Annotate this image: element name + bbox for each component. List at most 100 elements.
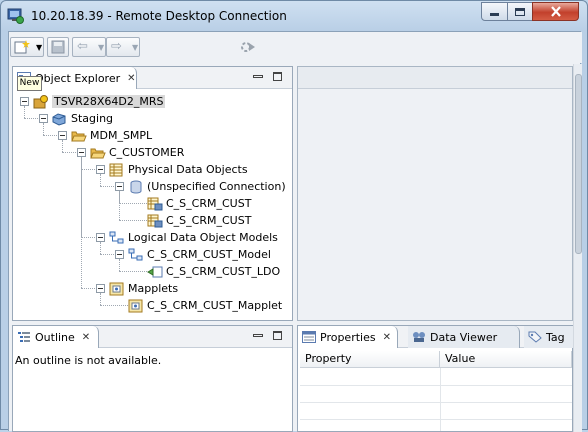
tab-data-viewer[interactable]: Data Viewer bbox=[408, 326, 520, 348]
mapplet-icon bbox=[128, 299, 143, 312]
tree-node[interactable]: Mapplets bbox=[96, 280, 178, 297]
properties-view: Properties ✕ Data Viewer Tag Property Va… bbox=[297, 325, 574, 432]
tree-node-label: C_S_CRM_CUST bbox=[166, 214, 252, 227]
run-icon[interactable] bbox=[240, 40, 256, 54]
tree-node[interactable]: C_S_CRM_CUST_Model bbox=[115, 246, 271, 263]
tree-node-label: Mapplets bbox=[128, 282, 179, 295]
column-divider bbox=[440, 368, 441, 431]
tree-node-label: C_CUSTOMER bbox=[109, 146, 185, 159]
arrow-left-icon: ⇦ bbox=[77, 39, 88, 54]
maximize-icon bbox=[515, 7, 525, 16]
tree-connector bbox=[100, 293, 101, 305]
project-icon bbox=[52, 112, 66, 126]
object-explorer-header: Object Explorer ✕ bbox=[13, 67, 292, 89]
tab-object-explorer-label: Object Explorer bbox=[35, 71, 121, 85]
collapse-toggle-icon[interactable] bbox=[20, 97, 29, 106]
collapse-toggle-icon[interactable] bbox=[58, 131, 67, 140]
tree-node[interactable]: Staging bbox=[39, 110, 113, 127]
tree-node-label: C_S_CRM_CUST_Model bbox=[147, 248, 271, 261]
title-bar[interactable]: 10.20.18.39 - Remote Desktop Connection bbox=[1, 1, 587, 31]
collapse-toggle-icon[interactable] bbox=[39, 114, 48, 123]
properties-table: Property Value bbox=[300, 351, 572, 431]
tree-node[interactable]: C_CUSTOMER bbox=[77, 144, 184, 161]
tree-connector bbox=[100, 254, 114, 255]
outline-header: Outline ✕ bbox=[13, 326, 292, 348]
object-explorer-view: Object Explorer ✕ TSVR28X64D2_MRS Staging… bbox=[12, 66, 293, 321]
tree-connector bbox=[119, 220, 133, 221]
save-button[interactable] bbox=[47, 37, 69, 57]
collapse-toggle-icon[interactable] bbox=[115, 250, 124, 259]
collapse-toggle-icon[interactable] bbox=[96, 233, 105, 242]
maximize-button[interactable] bbox=[507, 2, 533, 21]
column-header-value[interactable]: Value bbox=[440, 351, 572, 368]
back-button[interactable]: ⇦ ▼ bbox=[72, 37, 106, 57]
tree-connector bbox=[119, 259, 120, 271]
tree-node-label: C_S_CRM_CUST bbox=[166, 197, 252, 210]
new-button[interactable]: ▼ bbox=[10, 37, 44, 57]
tree-node[interactable]: C_S_CRM_CUST_LDO bbox=[134, 263, 280, 280]
tree-node[interactable]: Physical Data Objects bbox=[96, 161, 248, 178]
tree-connector bbox=[81, 288, 95, 289]
table-icon bbox=[109, 163, 123, 176]
outline-view: Outline ✕ An outline is not available. bbox=[12, 325, 293, 432]
object-tree: TSVR28X64D2_MRS Staging MDM_SMPL C_CUSTOMER… bbox=[13, 90, 292, 320]
tab-properties[interactable]: Properties ✕ bbox=[298, 326, 398, 348]
view-controls bbox=[253, 72, 282, 81]
folder-open-icon bbox=[71, 131, 87, 141]
collapse-toggle-icon[interactable] bbox=[77, 148, 86, 157]
editor-tab-strip bbox=[298, 67, 572, 89]
properties-icon bbox=[302, 331, 316, 343]
minimize-view-icon[interactable] bbox=[253, 334, 263, 337]
tab-outline[interactable]: Outline ✕ bbox=[13, 326, 99, 348]
tree-connector bbox=[134, 203, 147, 204]
close-icon bbox=[550, 6, 561, 17]
tree-connector bbox=[62, 152, 76, 153]
tree-connector bbox=[100, 186, 114, 187]
tree-connector bbox=[119, 271, 133, 272]
outline-message: An outline is not available. bbox=[15, 354, 162, 367]
tree-connector bbox=[119, 191, 120, 220]
collapse-toggle-icon[interactable] bbox=[96, 284, 105, 293]
outline-icon bbox=[18, 332, 30, 342]
tab-data-viewer-label: Data Viewer bbox=[430, 330, 498, 344]
close-button[interactable] bbox=[532, 2, 579, 21]
chevron-down-icon[interactable]: ▼ bbox=[98, 43, 104, 52]
chevron-down-icon[interactable]: ▼ bbox=[36, 43, 42, 52]
scrollbar-thumb[interactable] bbox=[575, 74, 582, 254]
properties-header: Properties ✕ Data Viewer Tag bbox=[298, 326, 574, 348]
table-row bbox=[300, 402, 572, 403]
chevron-down-icon[interactable]: ▼ bbox=[132, 43, 138, 52]
informatica-developer-client: ▼ ⇦ ▼ ⇨ ▼ Object Explorer ✕ TSVR28X64D2_… bbox=[8, 31, 582, 432]
vertical-scrollbar[interactable] bbox=[573, 64, 582, 432]
tree-node-label: Logical Data Object Models bbox=[128, 231, 278, 244]
tree-node[interactable]: (Unspecified Connection) bbox=[115, 178, 286, 195]
mapplet-icon bbox=[109, 282, 124, 295]
tree-connector bbox=[24, 106, 25, 118]
minimize-button[interactable] bbox=[481, 2, 508, 21]
tree-node-label: Physical Data Objects bbox=[128, 163, 248, 176]
close-icon[interactable]: ✕ bbox=[383, 332, 391, 343]
collapse-toggle-icon[interactable] bbox=[96, 165, 105, 174]
tree-node[interactable]: C_S_CRM_CUST bbox=[134, 195, 251, 212]
close-icon[interactable]: ✕ bbox=[127, 73, 135, 84]
tree-node[interactable]: MDM_SMPL bbox=[58, 127, 152, 144]
tree-node[interactable]: C_S_CRM_CUST bbox=[134, 212, 251, 229]
tree-node-label: C_S_CRM_CUST_LDO bbox=[166, 265, 281, 278]
close-icon[interactable]: ✕ bbox=[82, 332, 90, 343]
forward-button[interactable]: ⇨ ▼ bbox=[106, 37, 140, 57]
save-icon bbox=[51, 40, 65, 54]
maximize-view-icon[interactable] bbox=[273, 331, 282, 340]
column-header-property[interactable]: Property bbox=[300, 351, 440, 368]
maximize-view-icon[interactable] bbox=[273, 72, 282, 81]
tree-node[interactable]: C_S_CRM_CUST_Mapplet bbox=[115, 297, 282, 314]
tree-connector bbox=[134, 220, 147, 221]
collapse-toggle-icon[interactable] bbox=[115, 182, 124, 191]
tree-node[interactable]: Logical Data Object Models bbox=[96, 229, 278, 246]
remote-desktop-window: 10.20.18.39 - Remote Desktop Connection … bbox=[0, 0, 588, 432]
repository-icon bbox=[33, 94, 48, 108]
tree-node[interactable]: TSVR28X64D2_MRS bbox=[20, 93, 166, 110]
minimize-view-icon[interactable] bbox=[253, 75, 263, 78]
tab-tag[interactable]: Tag bbox=[524, 326, 574, 348]
main-toolbar: ▼ ⇦ ▼ ⇨ ▼ bbox=[9, 32, 582, 63]
arrow-right-icon: ⇨ bbox=[111, 39, 122, 54]
